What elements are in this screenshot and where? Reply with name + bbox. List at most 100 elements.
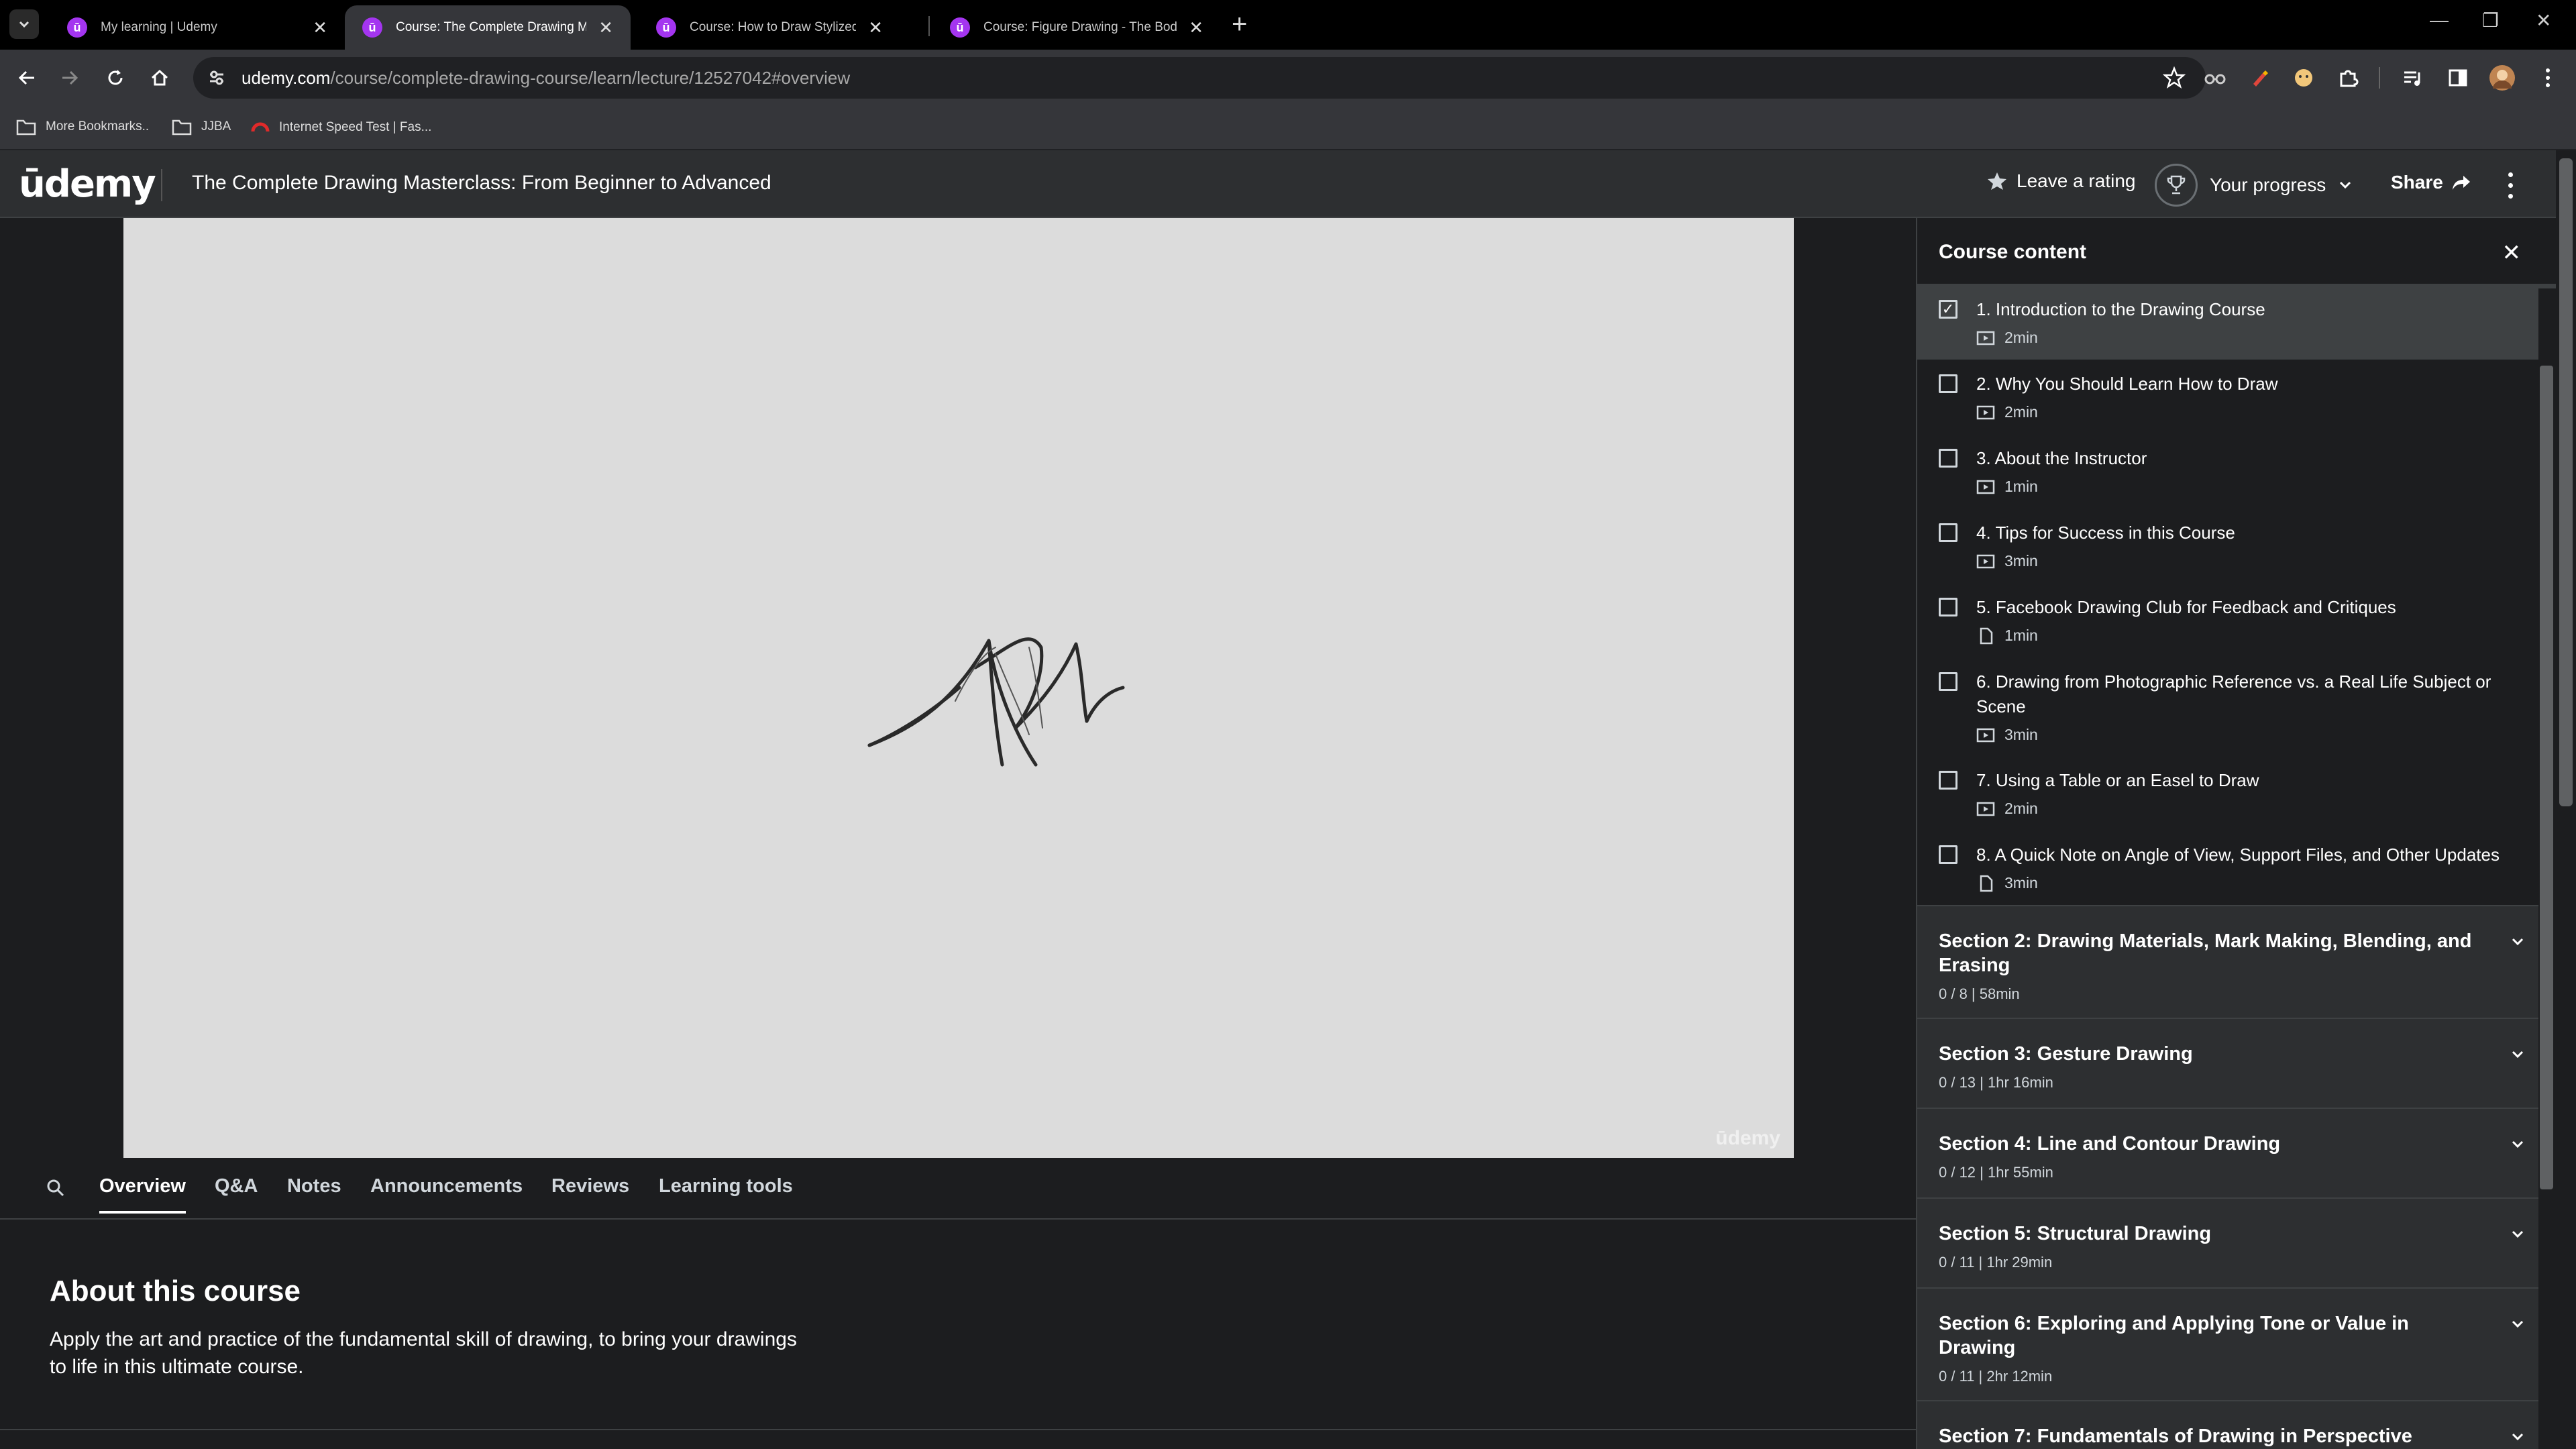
extension-face-icon[interactable]: [2290, 64, 2317, 91]
browser-tab-drawing-masterclass[interactable]: ū Course: The Complete Drawing Maste ✕: [345, 5, 631, 50]
search-icon[interactable]: [46, 1178, 66, 1198]
udemy-logo[interactable]: ūdemy: [19, 162, 156, 206]
lecture-checkbox[interactable]: ✓: [1939, 300, 1957, 319]
reload-button[interactable]: [99, 62, 131, 94]
course-title[interactable]: The Complete Drawing Masterclass: From B…: [192, 172, 771, 195]
window-close-icon[interactable]: ✕: [2536, 9, 2551, 32]
lecture-checkbox[interactable]: [1939, 598, 1957, 616]
share-button[interactable]: Share: [2391, 172, 2471, 193]
course-tabs-bar: Overview Q&A Notes Announcements Reviews…: [0, 1158, 1916, 1220]
section-title: Section 3: Gesture Drawing: [1939, 1043, 2193, 1065]
lecture-title: 1. Introduction to the Drawing Course: [1976, 299, 2265, 319]
lecture-checkbox[interactable]: [1939, 449, 1957, 468]
bookmarks-bar: More Bookmarks.. JJBA Internet Speed Tes…: [0, 106, 2576, 150]
header-divider: [161, 169, 162, 201]
home-icon: [151, 69, 168, 86]
chevron-down-icon: [2512, 1433, 2524, 1441]
lecture-title: 5. Facebook Drawing Club for Feedback an…: [1976, 597, 2396, 617]
bookmark-label: JJBA: [201, 119, 231, 133]
extension-glasses-icon[interactable]: [2202, 64, 2229, 91]
lecture-item[interactable]: 5. Facebook Drawing Club for Feedback an…: [1917, 583, 2556, 657]
lecture-item[interactable]: 4. Tips for Success in this Course 3min: [1917, 508, 2556, 583]
home-button[interactable]: [144, 62, 176, 94]
extension-pen-icon[interactable]: [2246, 64, 2273, 91]
section-header-2[interactable]: Section 2: Drawing Materials, Mark Makin…: [1917, 905, 2556, 1018]
browser-tab-stylized-poses[interactable]: ū Course: How to Draw Stylized Poses a ✕: [639, 5, 900, 50]
signature-drawing: [867, 637, 1125, 767]
content-divider: [0, 1429, 1916, 1430]
tab-notes[interactable]: Notes: [287, 1175, 341, 1197]
video-icon: [1976, 554, 1995, 568]
video-player[interactable]: ūdemy: [123, 218, 1794, 1158]
section-header-6[interactable]: Section 6: Exploring and Applying Tone o…: [1917, 1287, 2556, 1400]
video-watermark: ūdemy: [1715, 1127, 1780, 1149]
new-tab-button[interactable]: +: [1232, 11, 1247, 38]
folder-icon: [172, 119, 192, 136]
section-header-3[interactable]: Section 3: Gesture Drawing 0 / 13 | 1hr …: [1917, 1018, 2556, 1108]
arrow-right-icon: [62, 70, 78, 85]
your-progress-button[interactable]: Your progress: [2155, 164, 2354, 207]
trophy-icon: [2167, 175, 2186, 195]
tab-search-button[interactable]: [9, 9, 39, 39]
video-icon: [1976, 405, 1995, 419]
lecture-checkbox[interactable]: [1939, 845, 1957, 864]
site-settings-icon[interactable]: [207, 68, 227, 88]
more-options-icon[interactable]: [2502, 169, 2518, 201]
tab-reviews[interactable]: Reviews: [551, 1175, 629, 1197]
bookmark-more-bookmarks[interactable]: More Bookmarks..: [16, 118, 149, 136]
video-icon: [1976, 331, 1995, 345]
restore-icon[interactable]: ❐: [2482, 9, 2499, 32]
close-icon[interactable]: ✕: [598, 17, 613, 38]
leave-rating-label: Leave a rating: [2017, 170, 2136, 191]
lecture-title: 7. Using a Table or an Easel to Draw: [1976, 770, 2259, 790]
folder-icon: [16, 119, 36, 136]
section-meta: 0 / 8 | 58min: [1939, 985, 2020, 1002]
browser-tab-my-learning[interactable]: ū My learning | Udemy ✕: [50, 5, 345, 50]
close-icon[interactable]: ✕: [2502, 239, 2522, 266]
chevron-down-icon: [19, 21, 30, 28]
close-icon[interactable]: ✕: [868, 17, 883, 38]
leave-rating-button[interactable]: Leave a rating: [1987, 170, 2135, 192]
lecture-item[interactable]: 8. A Quick Note on Angle of View, Suppor…: [1917, 830, 2556, 905]
lecture-checkbox[interactable]: [1939, 523, 1957, 542]
lecture-item[interactable]: 6. Drawing from Photographic Reference v…: [1917, 657, 2556, 756]
lecture-item[interactable]: 2. Why You Should Learn How to Draw 2min: [1917, 360, 2556, 434]
bookmark-speed-test[interactable]: Internet Speed Test | Fas...: [251, 118, 431, 137]
browser-tab-figure-drawing[interactable]: ū Course: Figure Drawing - The Body in ✕: [932, 5, 1221, 50]
media-queue-icon[interactable]: [2399, 64, 2426, 91]
forward-button[interactable]: [54, 62, 86, 94]
lecture-item[interactable]: 7. Using a Table or an Easel to Draw 2mi…: [1917, 756, 2556, 830]
sidebar-header: Course content ✕: [1917, 218, 2556, 285]
lecture-checkbox[interactable]: [1939, 672, 1957, 691]
tab-overview[interactable]: Overview: [99, 1175, 186, 1214]
udemy-favicon-icon: ū: [67, 17, 87, 38]
minimize-icon[interactable]: —: [2430, 9, 2449, 31]
lecture-item[interactable]: 3. About the Instructor 1min: [1917, 434, 2556, 508]
extensions-puzzle-icon[interactable]: [2334, 64, 2361, 91]
tab-qa[interactable]: Q&A: [215, 1175, 258, 1197]
profile-avatar[interactable]: [2489, 64, 2516, 91]
section-title: Section 4: Line and Contour Drawing: [1939, 1133, 2281, 1155]
page-scrollbar-thumb[interactable]: [2559, 158, 2573, 806]
bookmark-star-icon[interactable]: [2163, 66, 2186, 89]
lecture-title: 2. Why You Should Learn How to Draw: [1976, 374, 2278, 394]
sidebar-scrollbar-thumb[interactable]: [2540, 366, 2553, 1189]
lecture-checkbox[interactable]: [1939, 374, 1957, 393]
close-icon[interactable]: ✕: [313, 17, 327, 38]
tab-announcements[interactable]: Announcements: [370, 1175, 523, 1197]
section-header-7[interactable]: Section 7: Fundamentals of Drawing in Pe…: [1917, 1400, 2556, 1449]
side-panel-icon[interactable]: [2445, 64, 2471, 91]
section-header-4[interactable]: Section 4: Line and Contour Drawing 0 / …: [1917, 1108, 2556, 1197]
address-bar[interactable]: udemy.com/course/complete-drawing-course…: [193, 57, 2206, 99]
tab-learning-tools[interactable]: Learning tools: [659, 1175, 793, 1197]
section-header-5[interactable]: Section 5: Structural Drawing 0 / 11 | 1…: [1917, 1197, 2556, 1287]
close-icon[interactable]: ✕: [1189, 17, 1203, 38]
lecture-checkbox[interactable]: [1939, 771, 1957, 790]
browser-menu-icon[interactable]: [2534, 64, 2561, 91]
url-path: /course/complete-drawing-course/learn/le…: [330, 67, 851, 88]
lecture-item[interactable]: ✓ 1. Introduction to the Drawing Course …: [1917, 285, 2556, 360]
back-button[interactable]: [11, 62, 43, 94]
tab-title: Course: How to Draw Stylized Poses a: [690, 20, 857, 34]
bookmark-jjba[interactable]: JJBA: [172, 118, 231, 136]
udemy-favicon-icon: ū: [656, 17, 676, 38]
